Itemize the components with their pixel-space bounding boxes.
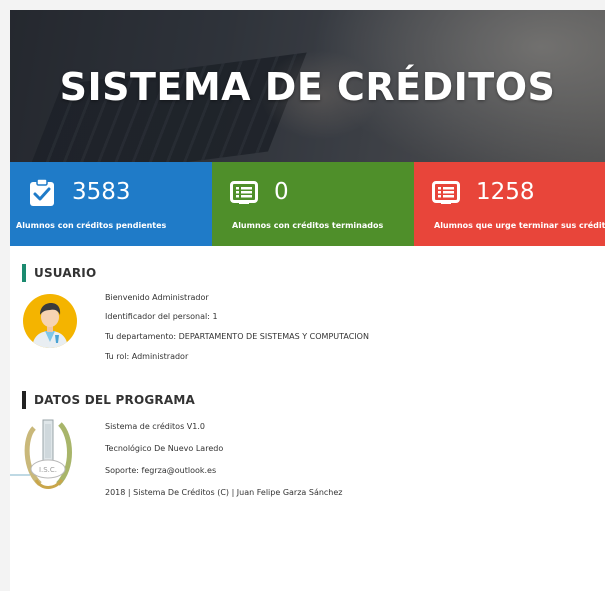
stat-card-urgent[interactable]: 1258 Alumnos que urge terminar sus crédi… (414, 162, 605, 246)
programa-section-header: DATOS DEL PROGRAMA (22, 391, 195, 409)
page: SISTEMA DE CRÉDITOS 3583 Alumnos con cré… (10, 10, 605, 591)
logo-text: I.S.C. (39, 466, 57, 474)
stat-value-pending: 3583 (72, 179, 131, 205)
stat-card-pending[interactable]: 3583 Alumnos con créditos pendientes (10, 162, 212, 246)
isc-logo-icon: I.S.C. (10, 419, 72, 489)
list-icon (432, 181, 460, 204)
programa-support[interactable]: Soporte: fegrza@outlook.es (105, 466, 216, 475)
programa-version: Sistema de créditos V1.0 (105, 422, 205, 431)
usuario-section-header: USUARIO (22, 264, 96, 282)
user-avatar-icon (23, 294, 77, 348)
usuario-department: Tu departamento: DEPARTAMENTO DE SISTEMA… (105, 332, 369, 341)
programa-institution: Tecnológico De Nuevo Laredo (105, 444, 224, 453)
stat-label-finished: Alumnos con créditos terminados (232, 221, 384, 230)
stat-card-finished[interactable]: 0 Alumnos con créditos terminados (212, 162, 414, 246)
stat-value-urgent: 1258 (476, 179, 535, 205)
usuario-accent-bar (22, 264, 26, 282)
page-title: SISTEMA DE CRÉDITOS (59, 65, 556, 109)
list-icon (230, 181, 258, 204)
stat-label-urgent: Alumnos que urge terminar sus créditos (434, 221, 605, 230)
usuario-welcome: Bienvenido Administrador (105, 293, 209, 302)
stat-value-finished: 0 (274, 179, 289, 205)
programa-accent-bar (22, 391, 26, 409)
usuario-id: Identificador del personal: 1 (105, 312, 218, 321)
programa-section-title: DATOS DEL PROGRAMA (34, 393, 195, 407)
usuario-section-title: USUARIO (34, 266, 97, 280)
hero-banner: SISTEMA DE CRÉDITOS (10, 10, 605, 162)
programa-footer: 2018 | Sistema De Créditos (C) | Juan Fe… (105, 488, 343, 497)
usuario-role: Tu rol: Administrador (105, 352, 189, 361)
clipboard-check-icon (30, 179, 54, 206)
stats-row: 3583 Alumnos con créditos pendientes 0 A… (10, 162, 605, 246)
stat-label-pending: Alumnos con créditos pendientes (16, 221, 167, 230)
